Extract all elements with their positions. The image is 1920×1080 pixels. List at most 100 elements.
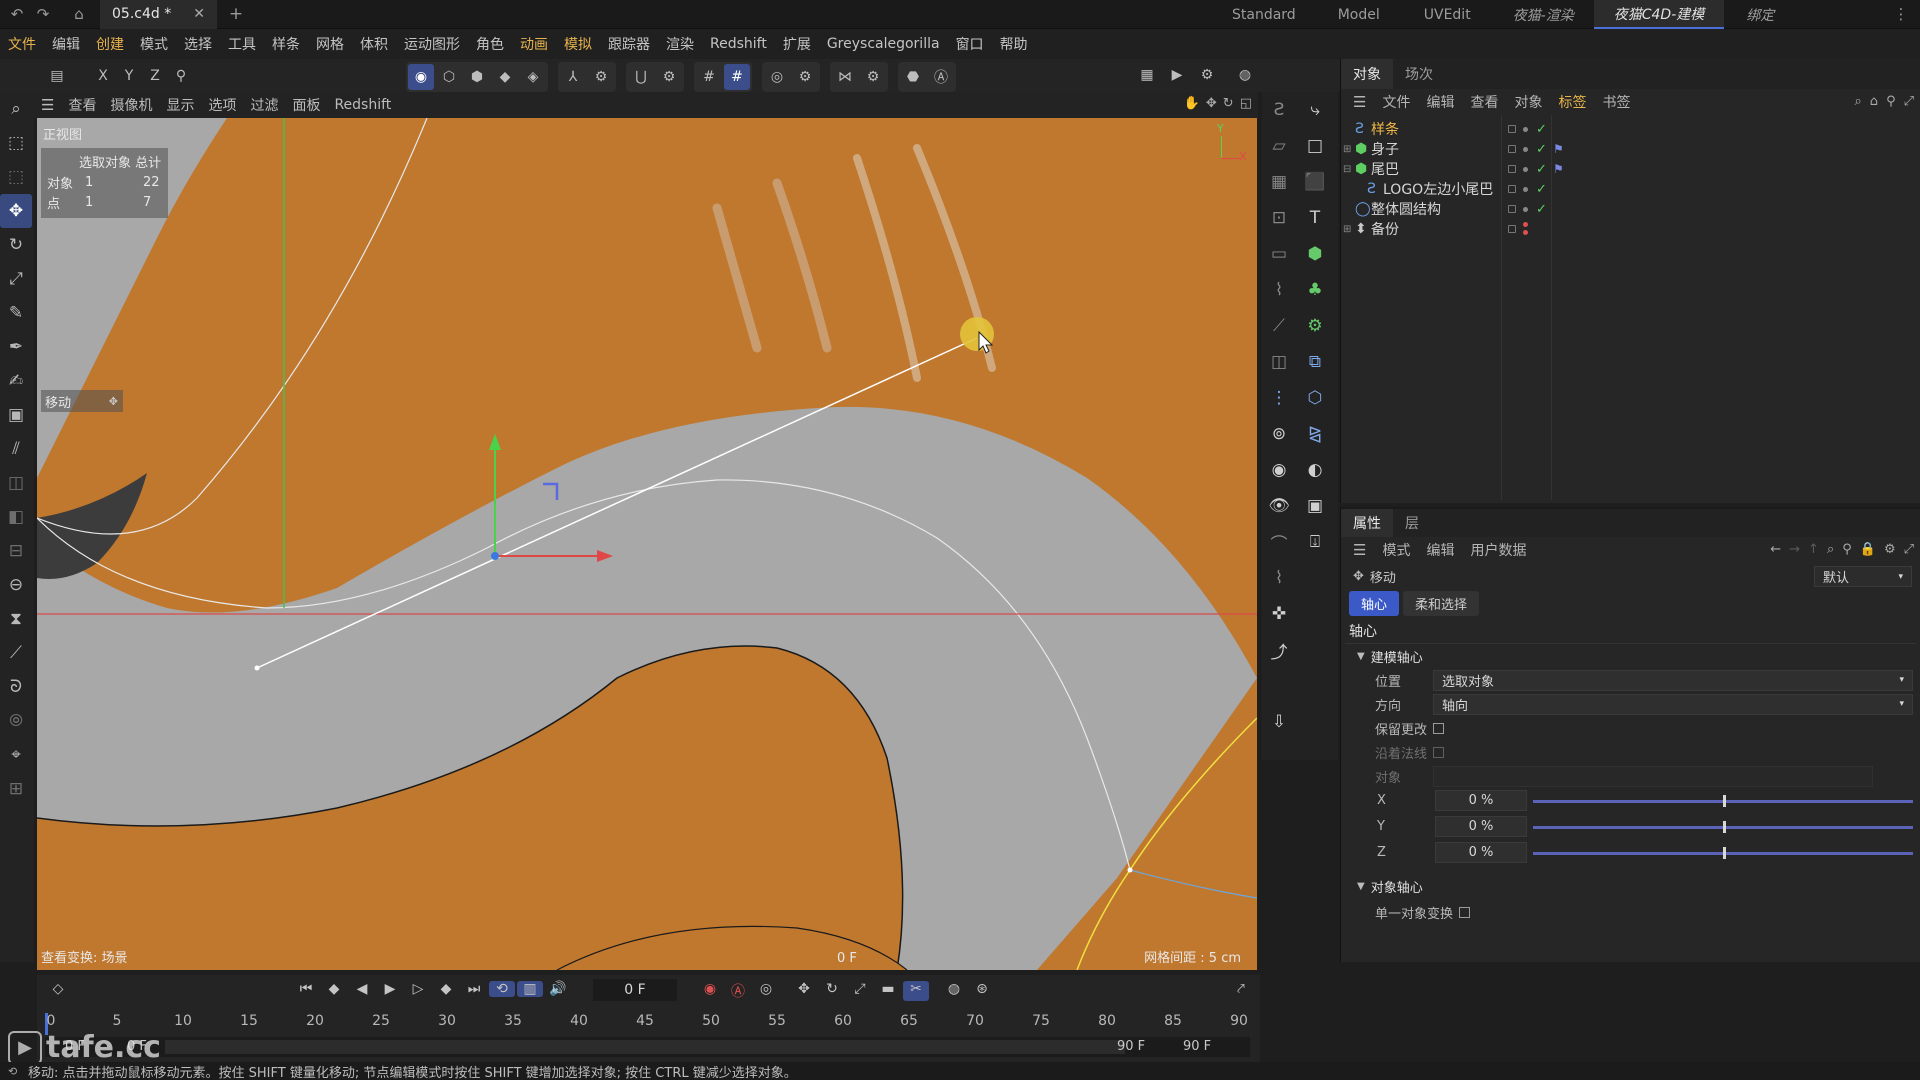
position-dropdown[interactable]: 选取对象 ▾ (1433, 669, 1913, 691)
axis-settings-icon[interactable]: ⚙ (588, 64, 614, 90)
menu-redshift[interactable]: Redshift (702, 29, 775, 59)
previous-frame-icon[interactable]: ◀ (349, 981, 375, 997)
knife-tool-icon[interactable]: ⫽ (0, 432, 32, 466)
pipette-icon[interactable]: ⟋ (1262, 308, 1296, 344)
move-handle-icon[interactable]: ✥ (109, 395, 123, 408)
timeline-mode-icon[interactable]: ▥ (517, 981, 543, 997)
single-object-checkbox[interactable] (1459, 906, 1471, 918)
x-slider-thumb[interactable] (1723, 795, 1726, 807)
editor-visibility-toggle[interactable] (1508, 205, 1516, 213)
snap-settings-icon[interactable]: ⚙ (656, 64, 682, 90)
frame-ruler[interactable]: 0 5 10 15 20 25 30 35 40 45 50 55 60 65 70 75 80 85 90 (45, 1013, 1250, 1035)
environment-icon[interactable]: ◐ (1298, 452, 1332, 488)
bevel-tool-icon[interactable]: ◧ (0, 500, 32, 534)
menu-file[interactable]: 文件 (0, 29, 44, 59)
camera-icon[interactable]: ▣ (1298, 488, 1332, 524)
y-input[interactable]: 0 % (1435, 816, 1527, 837)
redshift-render-icon[interactable]: ◍ (1232, 62, 1258, 88)
tab-attributes[interactable]: 属性 (1341, 509, 1393, 537)
workplane-icon[interactable]: # (724, 64, 750, 90)
object-row[interactable]: ⊟ ⬢ 尾巴 ✓ ⚑ (1341, 159, 1920, 179)
object-menu-tags[interactable]: 标签 (1550, 92, 1594, 112)
object-mode-icon[interactable]: ▤ (44, 63, 70, 89)
live-selection-icon[interactable]: ⬚ (0, 160, 32, 194)
render-visibility-dot[interactable] (1523, 186, 1528, 192)
layout-tab[interactable]: 夜猫-渲染 (1493, 0, 1594, 29)
viewport-menu-icon[interactable]: ☰ (34, 96, 61, 114)
next-frame-icon[interactable]: ▷ (405, 981, 431, 997)
timeline-window-icon[interactable]: ⤤ (1228, 981, 1254, 997)
y-slider-thumb[interactable] (1723, 821, 1726, 833)
layer-icon[interactable]: ▭ (1262, 236, 1296, 272)
x-input[interactable]: 0 % (1435, 790, 1527, 811)
up-arrow-icon[interactable]: ↑ (1808, 542, 1819, 557)
object-name[interactable]: 身子 (1371, 139, 1399, 159)
transfer-icon[interactable]: ⤴ (1262, 632, 1296, 668)
eye-icon[interactable]: 👁 (1262, 488, 1296, 524)
subtab-axis[interactable]: 轴心 (1349, 590, 1400, 616)
visibility-icon[interactable]: ◉ (1262, 452, 1296, 488)
editor-visibility-toggle[interactable] (1508, 225, 1516, 233)
rotation-key-icon[interactable]: ↻ (819, 981, 845, 1001)
object-row[interactable]: ◯ 整体圆结构 ✓ (1341, 199, 1920, 219)
previous-key-icon[interactable]: ◆ (321, 981, 347, 997)
split-view-icon[interactable]: ◫ (1262, 344, 1296, 380)
enabled-check-icon[interactable]: ✓ (1536, 162, 1547, 177)
play-icon[interactable]: ▶ (377, 981, 403, 997)
object-name[interactable]: 样条 (1371, 119, 1399, 139)
viewport-menu-panel[interactable]: 面板 (285, 95, 327, 115)
keep-changes-checkbox[interactable] (1433, 722, 1445, 734)
layout-tab[interactable]: Model (1316, 0, 1402, 29)
scheme-icon[interactable]: ⊛ (969, 981, 995, 1001)
direction-dropdown[interactable]: 轴向 ▾ (1433, 693, 1913, 715)
hotspot-icon[interactable]: ⬣ (900, 64, 926, 90)
object-name[interactable]: 备份 (1371, 219, 1399, 239)
bend-icon[interactable]: ⧎ (1298, 416, 1332, 452)
object-row[interactable]: ⊞ ⬢ 身子 ✓ ⚑ (1341, 139, 1920, 159)
soft-selection-settings-icon[interactable]: ⚙ (792, 64, 818, 90)
menu-tracker[interactable]: 跟踪器 (600, 29, 658, 59)
render-visibility-dot[interactable] (1523, 166, 1528, 172)
workplane-icon[interactable]: ⊡ (1262, 200, 1296, 236)
axis-z-button[interactable]: Z (142, 63, 168, 89)
motion-clip-icon[interactable]: ◍ (941, 981, 967, 1001)
range-end-b[interactable]: 90 F (1183, 1039, 1211, 1054)
sweep-icon[interactable]: ⌇ (1262, 272, 1296, 308)
attribute-menu-edit[interactable]: 编辑 (1418, 540, 1462, 560)
layout-tab[interactable]: 绑定 (1724, 0, 1796, 29)
along-normal-checkbox[interactable] (1433, 746, 1445, 758)
mograph-fracture-icon[interactable]: ♣ (1298, 272, 1332, 308)
points-mode-icon[interactable]: ⬡ (436, 64, 462, 90)
object-menu-bookmarks[interactable]: 书签 (1594, 92, 1638, 112)
object-menu-view[interactable]: 查看 (1462, 92, 1506, 112)
points-dashed-icon[interactable]: ⋮ (1262, 380, 1296, 416)
editor-visibility-toggle[interactable] (1508, 185, 1516, 193)
close-icon[interactable]: ✕ (193, 6, 205, 22)
attribute-menu-icon[interactable]: ☰ (1345, 541, 1374, 559)
mograph-cloner-icon[interactable]: ⬢ (1298, 236, 1332, 272)
workplane-tool-icon[interactable]: ⊞ (0, 772, 32, 806)
tag-icon[interactable]: ⚑ (1553, 142, 1564, 156)
home-icon[interactable]: ⌂ (1870, 94, 1878, 109)
filter-icon[interactable]: ⚲ (1886, 94, 1896, 109)
viewport-menu-filter[interactable]: 过滤 (243, 95, 285, 115)
model-mode-icon[interactable]: ◉ (408, 64, 434, 90)
tag-icon[interactable]: ⚑ (1553, 162, 1564, 176)
isolate-icon[interactable]: ⊚ (1262, 416, 1296, 452)
menu-help[interactable]: 帮助 (992, 29, 1036, 59)
object-row[interactable]: Ƨ 样条 ✓ (1341, 119, 1920, 139)
object-menu-icon[interactable]: ☰ (1345, 93, 1374, 111)
menu-mesh[interactable]: 网格 (308, 29, 352, 59)
go-to-end-icon[interactable]: ⏭ (461, 981, 487, 997)
z-input[interactable]: 0 % (1435, 842, 1527, 863)
forward-arrow-icon[interactable]: → (1789, 542, 1800, 557)
tab-takes[interactable]: 场次 (1393, 59, 1445, 89)
axis-x-button[interactable]: X (90, 63, 116, 89)
render-visibility-dot[interactable] (1523, 230, 1528, 235)
range-bar[interactable]: 0 F 0 F 90 F 90 F (45, 1037, 1250, 1057)
menu-spline[interactable]: 样条 (264, 29, 308, 59)
scale-tool-icon[interactable]: ⤢ (0, 262, 32, 296)
deformer-icon[interactable]: ⧉ (1298, 344, 1332, 380)
loop-cut-icon[interactable]: ⊟ (0, 534, 32, 568)
enabled-check-icon[interactable]: ✓ (1536, 142, 1547, 157)
